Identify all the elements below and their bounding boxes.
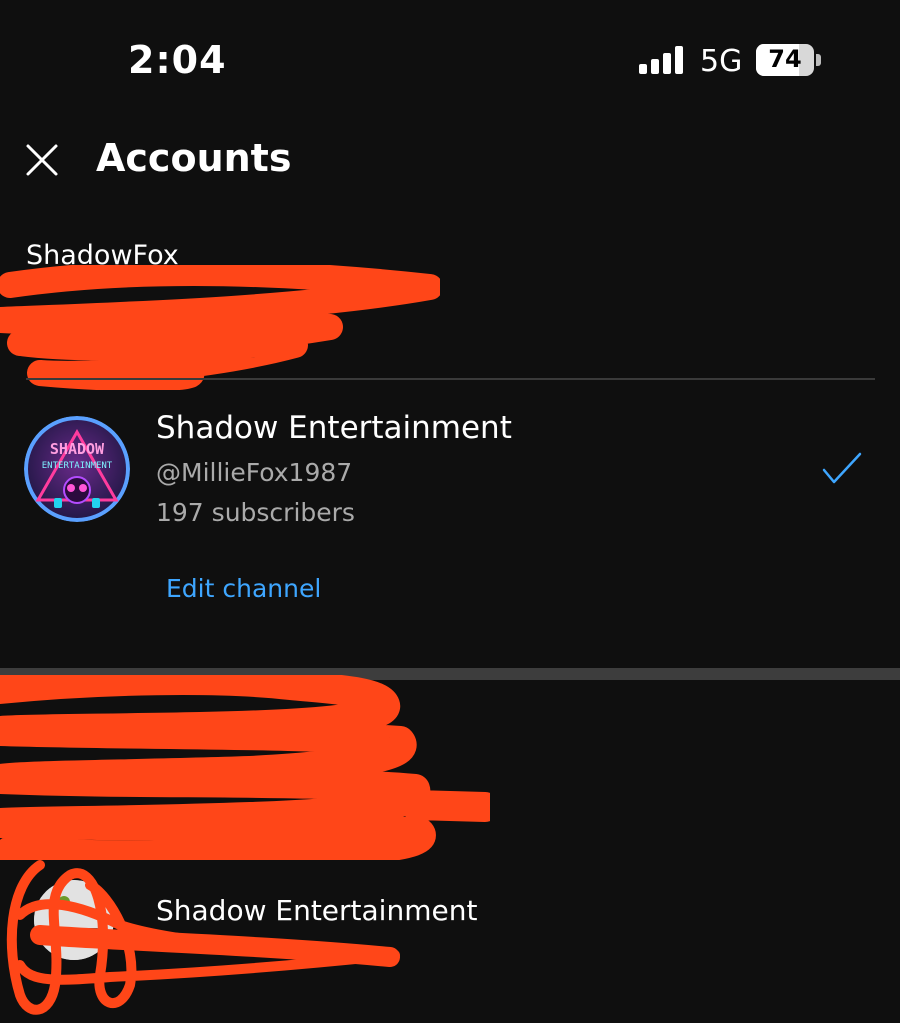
divider (26, 378, 875, 380)
edit-channel-link[interactable]: Edit channel (166, 574, 321, 603)
account-name: ShadowFox (26, 240, 179, 271)
page-title: Accounts (96, 136, 292, 180)
channel-row-selected[interactable]: SHADOW ENTERTAINMENT Shadow Entertainmen… (0, 400, 900, 540)
avatar-logo-text-2: ENTERTAINMENT (42, 461, 113, 471)
avatar-logo-text-1: SHADOW (50, 440, 105, 458)
channel-name: Shadow Entertainment (156, 410, 512, 446)
battery-percent: 74 (768, 45, 802, 73)
channel-subscribers: 197 subscribers (156, 498, 355, 527)
status-bar: 2:04 5G 74 (0, 0, 900, 110)
channel-avatar-2 (34, 880, 114, 960)
network-type: 5G (700, 44, 743, 79)
channel-row-other[interactable]: Shadow Entertainment (0, 850, 900, 990)
channel-name-2: Shadow Entertainment (156, 894, 478, 927)
accounts-header: Accounts (0, 120, 900, 200)
battery-icon: 74 (756, 44, 814, 76)
redaction-scribble-middle (0, 675, 490, 860)
redaction-scribble-top (0, 265, 440, 390)
status-time: 2:04 (128, 38, 227, 82)
channel-handle: @MillieFox1987 (156, 458, 353, 487)
section-separator (0, 668, 900, 680)
close-icon (26, 144, 58, 176)
cellular-signal-icon (639, 46, 685, 74)
check-icon (822, 452, 862, 484)
channel-avatar: SHADOW ENTERTAINMENT (24, 416, 130, 522)
close-button[interactable] (20, 138, 64, 182)
battery-nub (816, 54, 821, 66)
